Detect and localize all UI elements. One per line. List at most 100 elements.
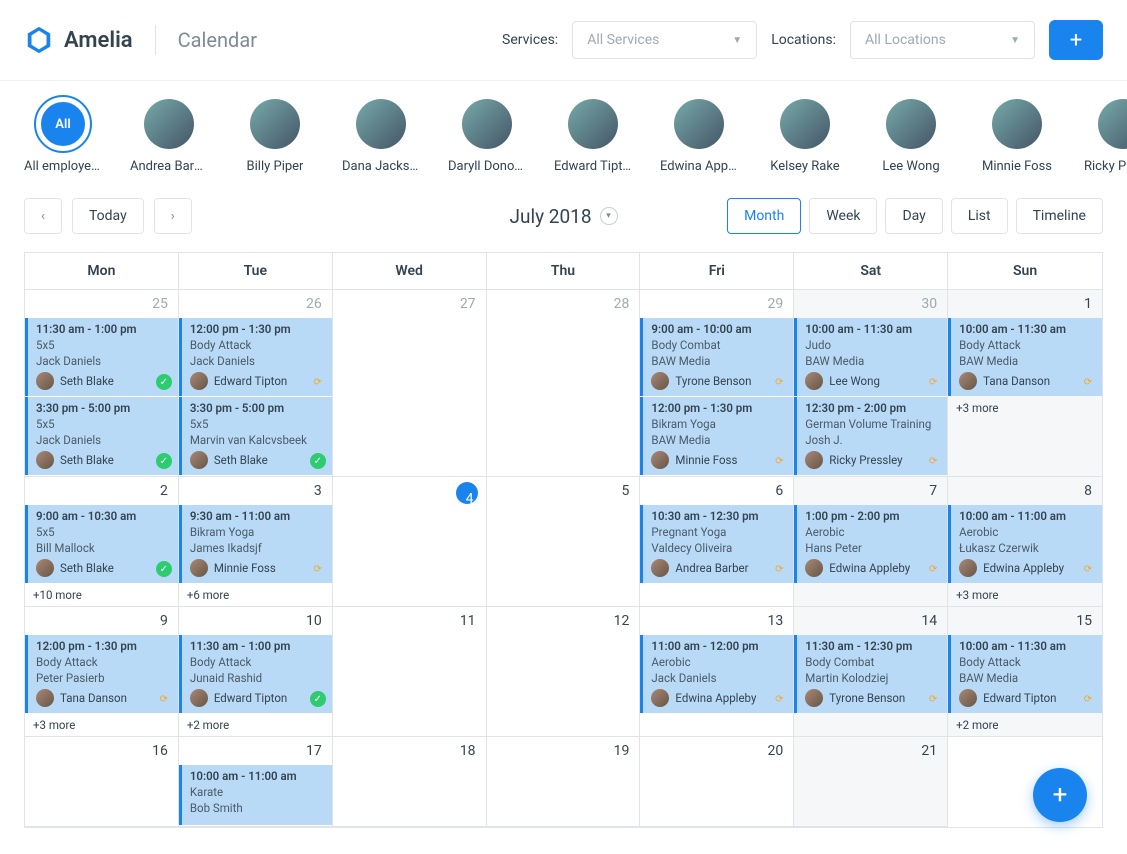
event-employee: Ricky Pressley — [829, 453, 902, 467]
event[interactable]: 10:00 am - 11:00 amKarateBob Smith — [179, 765, 332, 825]
view-day[interactable]: Day — [885, 198, 942, 234]
more-link[interactable]: +6 more — [179, 584, 332, 606]
prev-button[interactable]: ‹ — [24, 198, 62, 234]
event-service: Body Attack — [959, 338, 1094, 352]
locations-select[interactable]: All Locations ▼ — [850, 21, 1035, 59]
event[interactable]: 11:30 am - 12:30 pmBody CombatMartin Kol… — [794, 635, 947, 713]
event[interactable]: 10:00 am - 11:00 amAerobicŁukasz Czerwik… — [948, 505, 1102, 583]
calendar-cell[interactable]: 2511:30 am - 1:00 pm5x5Jack DanielsSeth … — [25, 290, 179, 477]
logo-icon — [24, 25, 54, 55]
event-time: 9:00 am - 10:30 am — [36, 509, 170, 523]
calendar-cell[interactable]: 16 — [25, 737, 179, 827]
more-link[interactable]: +3 more — [948, 584, 1102, 606]
employee-filter-item[interactable]: Lee Wong — [872, 99, 950, 174]
calendar-cell[interactable]: 20 — [640, 737, 794, 827]
calendar-cell[interactable]: 5 — [487, 477, 641, 607]
check-icon: ✓ — [310, 691, 326, 707]
calendar-cell[interactable]: 39:30 am - 11:00 amBikram YogaJames Ikad… — [179, 477, 333, 607]
employee-name: Lee Wong — [882, 159, 939, 174]
caret-down-icon: ▾ — [600, 207, 618, 225]
event[interactable]: 10:00 am - 11:30 amBody AttackBAW MediaT… — [948, 318, 1102, 396]
event-employee: Tyrone Benson — [829, 691, 905, 705]
employee-filter-item[interactable]: Andrea Barber — [130, 99, 208, 174]
event[interactable]: 10:30 am - 12:30 pmPregnant YogaValdecy … — [640, 505, 793, 583]
calendar-cell[interactable]: 1311:00 am - 12:00 pmAerobicJack Daniels… — [640, 607, 794, 737]
logo[interactable]: Amelia — [24, 25, 133, 55]
event-service: German Volume Training — [805, 417, 939, 431]
calendar-cell[interactable]: 19 — [487, 737, 641, 827]
calendar-cell[interactable]: 1411:30 am - 12:30 pmBody CombatMartin K… — [794, 607, 948, 737]
calendar-cell[interactable]: 912:00 pm - 1:30 pmBody AttackPeter Pasi… — [25, 607, 179, 737]
calendar-cell[interactable]: 810:00 am - 11:00 amAerobicŁukasz Czerwi… — [948, 477, 1102, 607]
employee-filter-item[interactable]: Kelsey Rake — [766, 99, 844, 174]
event[interactable]: 3:30 pm - 5:00 pm5x5Jack DanielsSeth Bla… — [25, 397, 178, 475]
event[interactable]: 11:30 am - 1:00 pm5x5Jack DanielsSeth Bl… — [25, 318, 178, 396]
employee-filter-item[interactable]: Dana Jackson — [342, 99, 420, 174]
calendar-cell[interactable]: 1510:00 am - 11:30 amBody AttackBAW Medi… — [948, 607, 1102, 737]
event-time: 10:00 am - 11:30 am — [805, 322, 939, 336]
employee-filter-item[interactable]: Daryll Donov… — [448, 99, 526, 174]
calendar-cell[interactable]: 12 — [487, 607, 641, 737]
calendar-cell[interactable]: 71:00 pm - 2:00 pmAerobicHans PeterEdwin… — [794, 477, 948, 607]
calendar-cell[interactable]: 18 — [333, 737, 487, 827]
date-number: 17 — [179, 737, 332, 765]
view-timeline[interactable]: Timeline — [1016, 198, 1103, 234]
avatar — [36, 451, 54, 469]
chevron-down-icon: ▼ — [732, 35, 742, 46]
event[interactable]: 9:30 am - 11:00 amBikram YogaJames Ikads… — [179, 505, 332, 583]
event[interactable]: 1:00 pm - 2:00 pmAerobicHans PeterEdwina… — [794, 505, 947, 583]
event-client: BAW Media — [959, 354, 1094, 368]
employee-filter-item[interactable]: AllAll employees — [24, 99, 102, 174]
event[interactable]: 11:30 am - 1:00 pmBody AttackJunaid Rash… — [179, 635, 332, 713]
employee-filter-item[interactable]: Billy Piper — [236, 99, 314, 174]
calendar-cell[interactable]: 28 — [487, 290, 641, 477]
next-button[interactable]: › — [154, 198, 192, 234]
employee-filter-item[interactable]: Ricky Pressley — [1084, 99, 1127, 174]
view-month[interactable]: Month — [727, 198, 801, 234]
current-month[interactable]: July 2018 ▾ — [510, 205, 618, 228]
calendar-cell[interactable]: 21 — [794, 737, 948, 827]
event[interactable]: 10:00 am - 11:30 amBody AttackBAW MediaE… — [948, 635, 1102, 713]
calendar-cell[interactable]: 29:00 am - 10:30 am5x5Bill MallockSeth B… — [25, 477, 179, 607]
event[interactable]: 12:00 pm - 1:30 pmBody AttackJack Daniel… — [179, 318, 332, 396]
event[interactable]: 9:00 am - 10:30 am5x5Bill MallockSeth Bl… — [25, 505, 178, 583]
calendar-cell[interactable]: 2612:00 pm - 1:30 pmBody AttackJack Dani… — [179, 290, 333, 477]
more-link[interactable]: +3 more — [25, 714, 178, 736]
calendar-cell[interactable]: 27 — [333, 290, 487, 477]
calendar-cell[interactable]: 299:00 am - 10:00 amBody CombatBAW Media… — [640, 290, 794, 477]
more-link[interactable]: +2 more — [179, 714, 332, 736]
today-button[interactable]: Today — [72, 198, 144, 234]
event-time: 11:00 am - 12:00 pm — [651, 639, 785, 653]
event-time: 3:30 pm - 5:00 pm — [36, 401, 170, 415]
calendar-cell[interactable]: 4 — [333, 477, 487, 607]
event[interactable]: 12:30 pm - 2:00 pmGerman Volume Training… — [794, 397, 947, 475]
event[interactable]: 10:00 am - 11:30 amJudoBAW MediaLee Wong… — [794, 318, 947, 396]
employee-filter-item[interactable]: Minnie Foss — [978, 99, 1056, 174]
add-button[interactable]: + — [1049, 20, 1103, 60]
event[interactable]: 12:00 pm - 1:30 pmBikram YogaBAW MediaMi… — [640, 397, 793, 475]
event[interactable]: 11:00 am - 12:00 pmAerobicJack DanielsEd… — [640, 635, 793, 713]
view-week[interactable]: Week — [809, 198, 877, 234]
employee-filter-item[interactable]: Edward Tipton — [554, 99, 632, 174]
date-number: 30 — [794, 290, 947, 318]
more-link[interactable]: +3 more — [948, 397, 1102, 419]
event[interactable]: 9:00 am - 10:00 amBody CombatBAW MediaTy… — [640, 318, 793, 396]
calendar-cell[interactable]: 1011:30 am - 1:00 pmBody AttackJunaid Ra… — [179, 607, 333, 737]
calendar-cell[interactable]: 610:30 am - 12:30 pmPregnant YogaValdecy… — [640, 477, 794, 607]
services-select[interactable]: All Services ▼ — [572, 21, 757, 59]
calendar-cell[interactable]: 3010:00 am - 11:30 amJudoBAW MediaLee Wo… — [794, 290, 948, 477]
event-client: Junaid Rashid — [190, 671, 324, 685]
event[interactable]: 3:30 pm - 5:00 pm5x5Marvin van Kalcvsbee… — [179, 397, 332, 475]
fab-add-button[interactable]: + — [1033, 768, 1087, 822]
calendar-cell[interactable]: 11 — [333, 607, 487, 737]
employee-filter-item[interactable]: Edwina Appl… — [660, 99, 738, 174]
more-link[interactable]: +2 more — [948, 714, 1102, 736]
calendar-cell[interactable]: 110:00 am - 11:30 amBody AttackBAW Media… — [948, 290, 1102, 477]
event-employee: Tana Danson — [983, 374, 1050, 388]
avatar — [805, 689, 823, 707]
event[interactable]: 12:00 pm - 1:30 pmBody AttackPeter Pasie… — [25, 635, 178, 713]
calendar-cell[interactable]: 1710:00 am - 11:00 amKarateBob Smith — [179, 737, 333, 827]
event-service: 5x5 — [190, 417, 324, 431]
more-link[interactable]: +10 more — [25, 584, 178, 606]
view-list[interactable]: List — [951, 198, 1008, 234]
